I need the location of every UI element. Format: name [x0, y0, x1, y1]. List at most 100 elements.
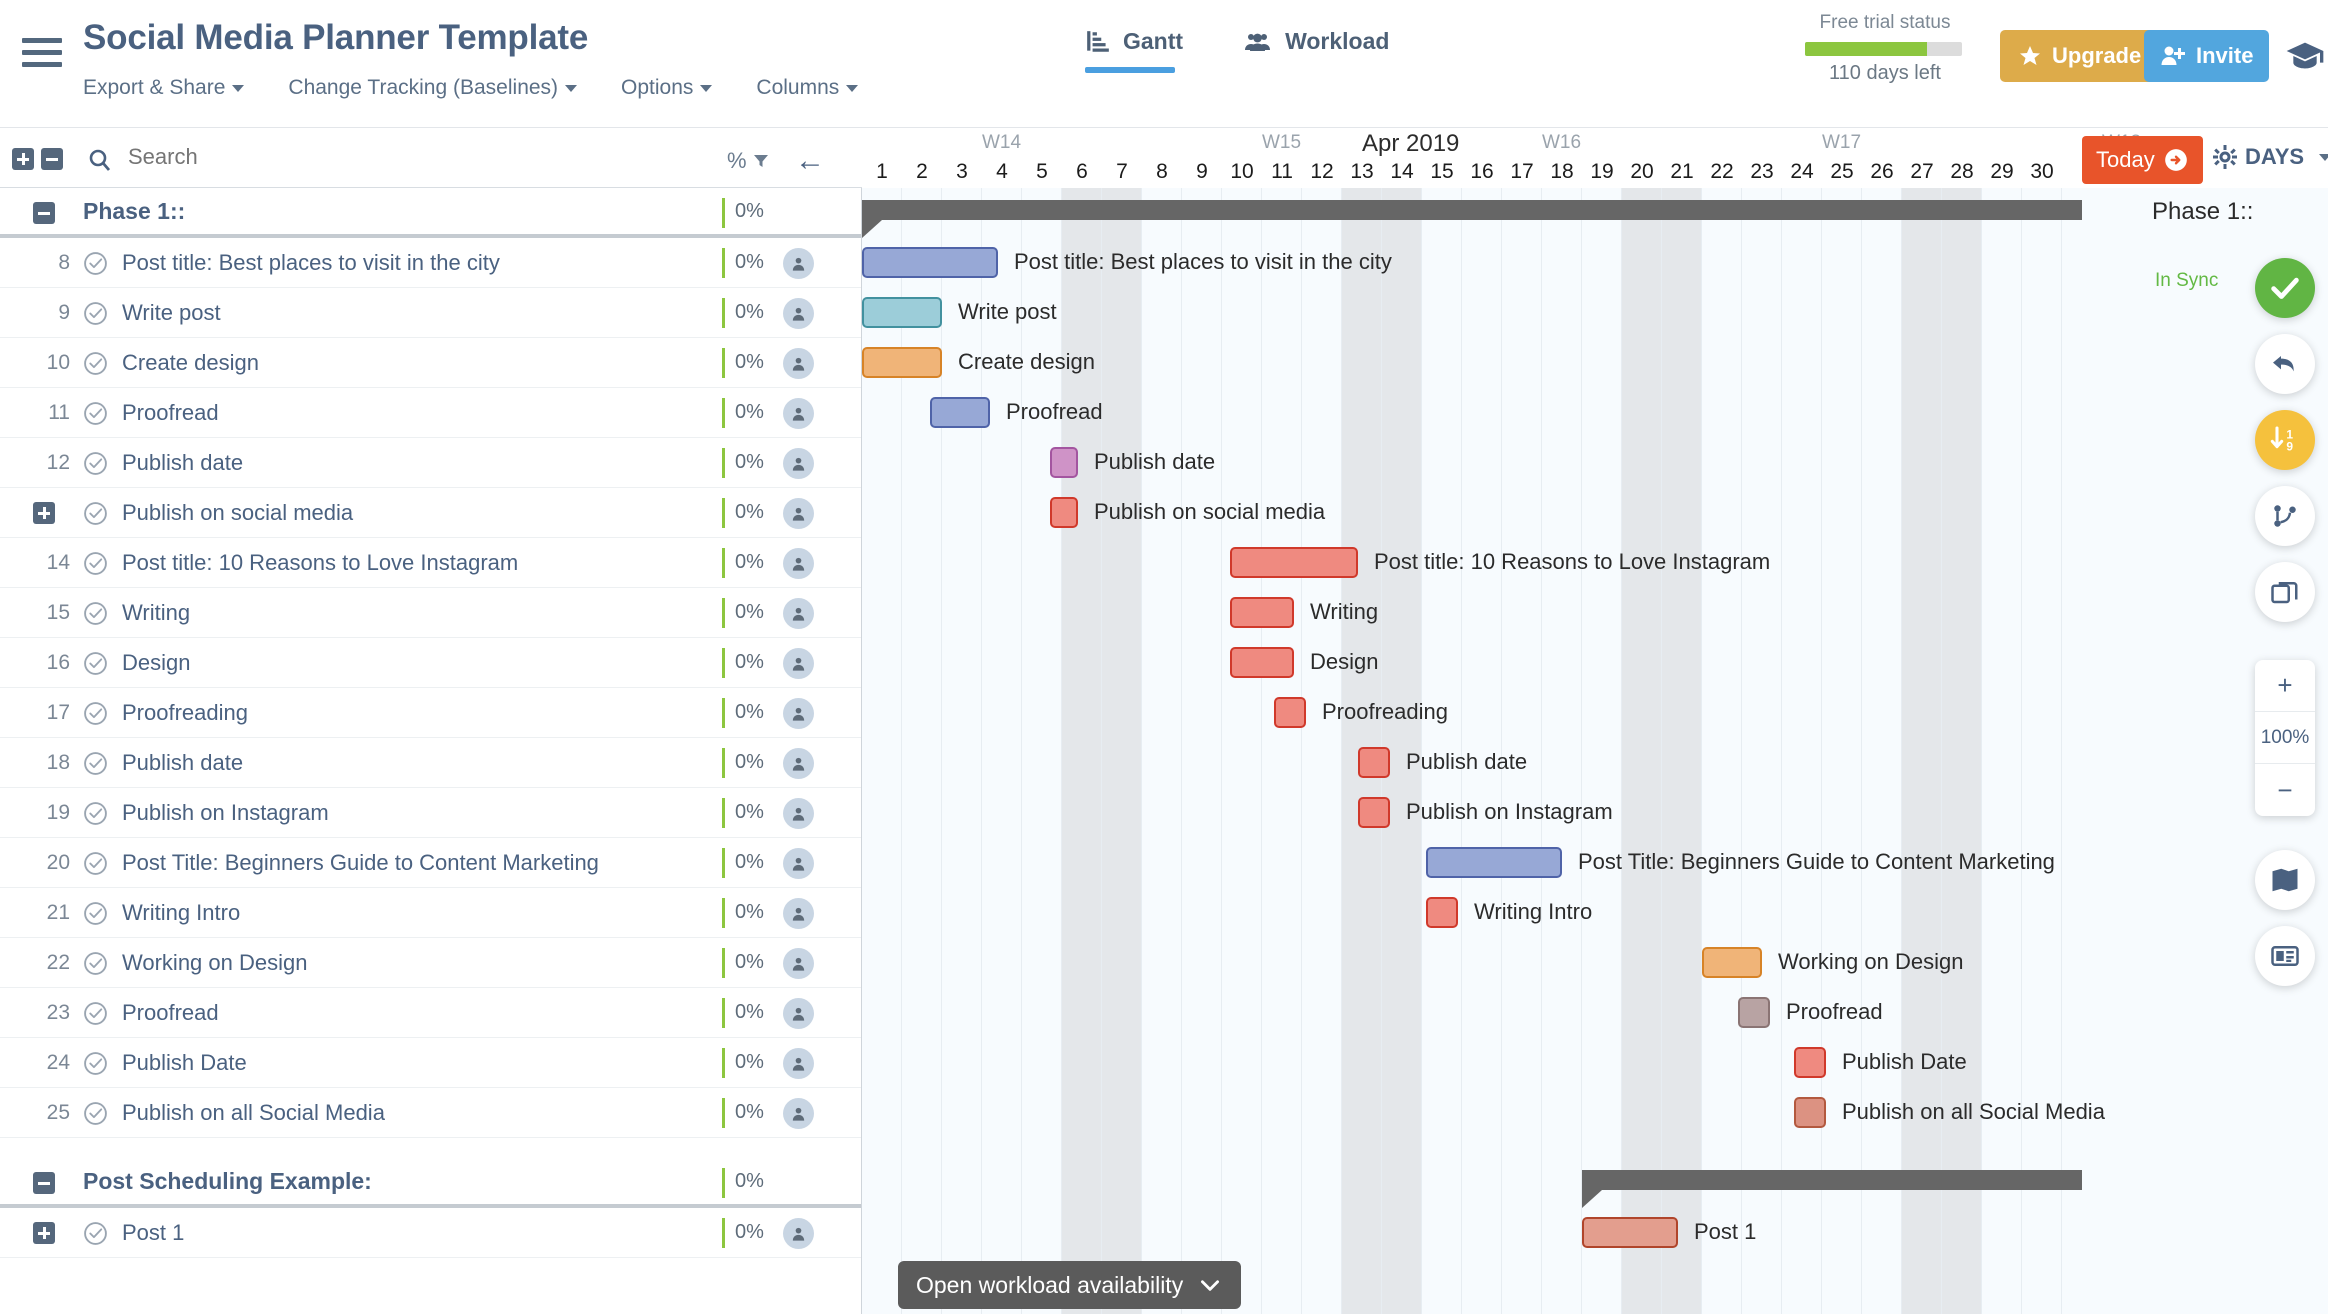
avatar[interactable] — [783, 298, 814, 329]
collapse-row-icon[interactable] — [33, 202, 55, 224]
avatar[interactable] — [783, 948, 814, 979]
table-row[interactable]: 15Writing0% — [0, 588, 861, 638]
menu-export-share[interactable]: Export & Share — [83, 76, 244, 100]
task-complete-icon[interactable] — [83, 601, 108, 626]
table-row[interactable]: 9Write post0% — [0, 288, 861, 338]
table-row[interactable]: 16Design0% — [0, 638, 861, 688]
timescale-selector[interactable]: DAYS — [2213, 144, 2328, 170]
avatar[interactable] — [783, 898, 814, 929]
table-row[interactable]: 11Proofread0% — [0, 388, 861, 438]
task-complete-icon[interactable] — [83, 251, 108, 276]
table-row[interactable]: 18Publish date0% — [0, 738, 861, 788]
gantt-bar[interactable] — [1794, 1097, 1826, 1128]
table-row[interactable]: 19Publish on Instagram0% — [0, 788, 861, 838]
avatar[interactable] — [783, 598, 814, 629]
task-complete-icon[interactable] — [83, 751, 108, 776]
avatar[interactable] — [783, 798, 814, 829]
table-row[interactable]: 21Writing Intro0% — [0, 888, 861, 938]
avatar[interactable] — [783, 1098, 814, 1129]
sort-button[interactable]: 1 9 — [2255, 410, 2315, 470]
avatar[interactable] — [783, 448, 814, 479]
tab-workload[interactable]: Workload — [1243, 28, 1389, 73]
avatar[interactable] — [783, 348, 814, 379]
map-button[interactable] — [2255, 850, 2315, 910]
gantt-bar[interactable] — [1738, 997, 1770, 1028]
collapse-row-icon[interactable] — [33, 1172, 55, 1194]
table-row[interactable]: Post 10% — [0, 1208, 861, 1258]
collapse-all-icon[interactable] — [41, 148, 63, 170]
avatar[interactable] — [783, 398, 814, 429]
task-complete-icon[interactable] — [83, 351, 108, 376]
avatar[interactable] — [783, 248, 814, 279]
gantt-bar[interactable] — [1426, 897, 1458, 928]
search-input[interactable] — [128, 144, 668, 170]
task-complete-icon[interactable] — [83, 701, 108, 726]
menu-options[interactable]: Options — [621, 76, 712, 100]
zoom-in-button[interactable]: + — [2255, 660, 2315, 712]
task-complete-icon[interactable] — [83, 401, 108, 426]
invite-button[interactable]: Invite — [2144, 30, 2269, 82]
task-complete-icon[interactable] — [83, 1051, 108, 1076]
group-row[interactable]: Post Scheduling Example:0% — [0, 1158, 861, 1208]
gantt-bar[interactable] — [862, 297, 942, 328]
summary-bar[interactable] — [1582, 1170, 2082, 1190]
open-workload-availability-button[interactable]: Open workload availability — [898, 1261, 1241, 1309]
table-row[interactable]: 23Proofread0% — [0, 988, 861, 1038]
gantt-bar[interactable] — [1274, 697, 1306, 728]
avatar[interactable] — [783, 1218, 814, 1249]
percent-filter-button[interactable]: % — [727, 148, 769, 174]
search-icon[interactable] — [88, 148, 112, 172]
back-arrow-icon[interactable]: ← — [795, 144, 825, 178]
avatar[interactable] — [783, 648, 814, 679]
task-complete-icon[interactable] — [83, 1221, 108, 1246]
avatar[interactable] — [783, 698, 814, 729]
avatar[interactable] — [783, 498, 814, 529]
task-complete-icon[interactable] — [83, 501, 108, 526]
expand-all-icon[interactable] — [12, 148, 34, 170]
task-complete-icon[interactable] — [83, 801, 108, 826]
table-row[interactable]: 12Publish date0% — [0, 438, 861, 488]
gantt-bar[interactable] — [862, 347, 942, 378]
table-row[interactable]: 8Post title: Best places to visit in the… — [0, 238, 861, 288]
avatar[interactable] — [783, 998, 814, 1029]
menu-change-tracking[interactable]: Change Tracking (Baselines) — [288, 76, 577, 100]
task-complete-icon[interactable] — [83, 901, 108, 926]
avatar[interactable] — [783, 848, 814, 879]
table-row[interactable]: 24Publish Date0% — [0, 1038, 861, 1088]
undo-button[interactable] — [2255, 334, 2315, 394]
task-complete-icon[interactable] — [83, 1101, 108, 1126]
task-complete-icon[interactable] — [83, 1001, 108, 1026]
zoom-out-button[interactable]: − — [2255, 764, 2315, 816]
gantt-bar[interactable] — [1358, 747, 1390, 778]
sync-check-button[interactable] — [2255, 258, 2315, 318]
task-complete-icon[interactable] — [83, 451, 108, 476]
task-complete-icon[interactable] — [83, 301, 108, 326]
report-button[interactable] — [2255, 926, 2315, 986]
avatar[interactable] — [783, 548, 814, 579]
gantt-bar[interactable] — [1358, 797, 1390, 828]
gantt-bar[interactable] — [1426, 847, 1562, 878]
avatar[interactable] — [783, 748, 814, 779]
expand-row-icon[interactable] — [33, 1222, 55, 1244]
gantt-bar[interactable] — [1050, 497, 1078, 528]
menu-hamburger-icon[interactable] — [22, 38, 62, 72]
table-row[interactable]: 14Post title: 10 Reasons to Love Instagr… — [0, 538, 861, 588]
menu-columns[interactable]: Columns — [756, 76, 858, 100]
task-complete-icon[interactable] — [83, 851, 108, 876]
task-complete-icon[interactable] — [83, 651, 108, 676]
gantt-bar[interactable] — [862, 247, 998, 278]
gantt-bar[interactable] — [930, 397, 990, 428]
tab-gantt[interactable]: Gantt — [1085, 28, 1183, 73]
table-row[interactable]: 22Working on Design0% — [0, 938, 861, 988]
gantt-bar[interactable] — [1230, 547, 1358, 578]
dependencies-button[interactable] — [2255, 486, 2315, 546]
task-complete-icon[interactable] — [83, 551, 108, 576]
gantt-bar[interactable] — [1230, 597, 1294, 628]
graduation-cap-icon[interactable] — [2285, 36, 2325, 76]
gantt-bar[interactable] — [1794, 1047, 1826, 1078]
gantt-bar[interactable] — [1050, 447, 1078, 478]
upgrade-button[interactable]: Upgrade — [2000, 30, 2159, 82]
gantt-bar[interactable] — [1230, 647, 1294, 678]
group-row[interactable]: Phase 1::0% — [0, 188, 861, 238]
expand-row-icon[interactable] — [33, 502, 55, 524]
